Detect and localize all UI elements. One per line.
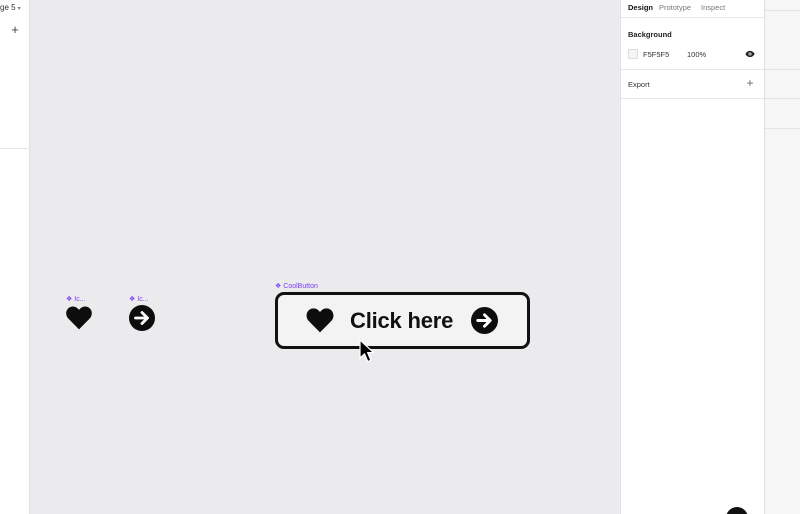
cool-button[interactable]: Click here [275, 292, 530, 349]
panel-tabs: Design Prototype Inspect [621, 0, 765, 14]
adjacent-panel [764, 0, 800, 514]
chevron-down-icon: ▾ [17, 6, 21, 12]
figma-editor: ge 5 ▾ + ❖ Ic... ❖ Ic... ❖ CoolButton Cl… [0, 0, 800, 514]
tab-design[interactable]: Design [628, 3, 653, 12]
background-hex-input[interactable]: F5F5F5 [643, 50, 669, 59]
divider [765, 10, 800, 11]
cool-button-label: Click here [350, 307, 454, 333]
component-label-text: Ic... [74, 296, 86, 303]
eye-icon[interactable] [745, 50, 755, 58]
divider [621, 17, 765, 18]
background-opacity-input[interactable]: 100% [687, 50, 706, 59]
component-icon: ❖ [275, 283, 282, 290]
background-section-title: Background [628, 30, 672, 39]
component-label-heart[interactable]: ❖ Ic... [66, 295, 86, 304]
component-label-text: Ic... [137, 296, 149, 303]
export-section-title: Export [628, 80, 650, 89]
tab-inspect[interactable]: Inspect [701, 3, 725, 12]
frame-label-coolbutton[interactable]: ❖ CoolButton [275, 282, 318, 291]
heart-icon [306, 308, 334, 333]
divider [621, 98, 765, 99]
divider [765, 69, 800, 70]
background-color-swatch[interactable] [628, 49, 638, 59]
divider [765, 128, 800, 129]
component-icon: ❖ [66, 296, 73, 303]
divider [765, 98, 800, 99]
add-page-button[interactable]: + [8, 23, 22, 37]
tab-prototype[interactable]: Prototype [659, 3, 691, 12]
divider [621, 69, 765, 70]
page-name-label: ge 5 [0, 3, 16, 12]
pages-panel: ge 5 ▾ + [0, 0, 30, 514]
component-icon: ❖ [129, 296, 136, 303]
add-export-button[interactable]: + [744, 77, 756, 89]
heart-icon[interactable] [66, 306, 92, 330]
component-label-arrow[interactable]: ❖ Ic... [129, 295, 149, 304]
mouse-pointer-icon [359, 339, 375, 363]
frame-label-text: CoolButton [283, 283, 318, 290]
canvas[interactable]: ❖ Ic... ❖ Ic... ❖ CoolButton Click here [31, 0, 620, 514]
current-page-name[interactable]: ge 5 ▾ [0, 3, 21, 12]
properties-panel: Design Prototype Inspect Background F5F5… [620, 0, 765, 514]
divider [0, 148, 30, 149]
arrow-circle-right-icon [471, 307, 499, 334]
arrow-circle-right-icon[interactable] [129, 305, 155, 331]
